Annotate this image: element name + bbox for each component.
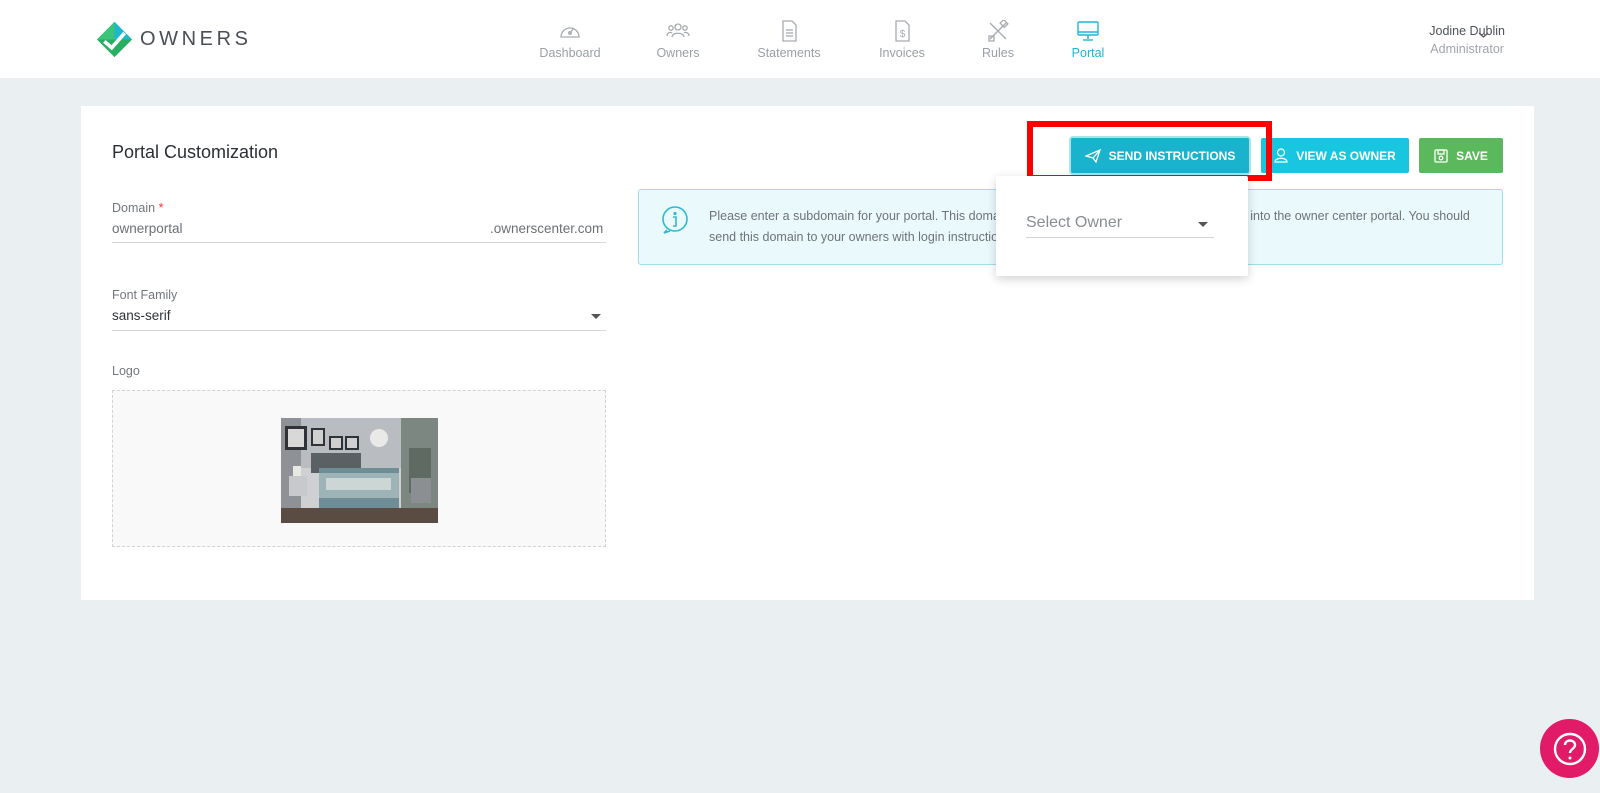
send-instructions-popup: Select Owner xyxy=(996,176,1248,276)
domain-label-text: Domain xyxy=(112,201,156,215)
font-family-select[interactable]: sans-serif xyxy=(112,308,171,323)
help-button[interactable] xyxy=(1540,719,1599,778)
send-instructions-label: SEND INSTRUCTIONS xyxy=(1108,148,1236,163)
paper-plane-icon xyxy=(1084,148,1101,163)
required-mark: * xyxy=(158,201,164,215)
domain-underline xyxy=(112,242,606,243)
domain-suffix: .ownerscenter.com xyxy=(490,221,604,236)
owners-logo-icon xyxy=(96,21,133,58)
top-navigation-bar: OWNERS Dashboard Owners Statements $ Inv… xyxy=(0,0,1600,78)
user-role: Administrator xyxy=(1430,42,1504,56)
select-owner-placeholder: Select Owner xyxy=(1026,214,1123,231)
send-instructions-button[interactable]: SEND INSTRUCTIONS xyxy=(1071,138,1249,173)
nav-item-statements[interactable]: Statements xyxy=(739,20,839,60)
nav-label: Portal xyxy=(1071,46,1105,60)
nav-label: Invoices xyxy=(879,46,925,60)
user-icon xyxy=(1274,148,1288,163)
domain-input[interactable]: ownerportal xyxy=(112,221,183,236)
info-icon xyxy=(662,206,688,234)
nav-label: Dashboard xyxy=(539,46,601,60)
select-owner-dropdown[interactable]: Select Owner xyxy=(1026,214,1214,238)
tools-crossed-icon xyxy=(988,20,1009,42)
caret-down-icon xyxy=(1198,222,1208,227)
nav-item-rules[interactable]: Rules xyxy=(948,20,1048,60)
dashboard-gauge-icon xyxy=(560,27,580,38)
view-as-owner-button[interactable]: VIEW AS OWNER xyxy=(1261,138,1409,173)
save-button[interactable]: SAVE xyxy=(1419,138,1503,173)
logo-preview-image xyxy=(281,418,438,523)
domain-label: Domain * xyxy=(112,201,163,215)
nav-item-dashboard[interactable]: Dashboard xyxy=(520,20,620,60)
view-as-owner-label: VIEW AS OWNER xyxy=(1296,148,1396,163)
app-logo[interactable]: OWNERS xyxy=(96,21,252,58)
font-family-underline xyxy=(112,330,606,331)
users-group-icon xyxy=(666,23,690,38)
question-mark-icon xyxy=(1553,732,1586,765)
nav-label: Rules xyxy=(982,46,1014,60)
page-title: Portal Customization xyxy=(112,142,279,162)
user-menu[interactable]: Jodine Dublin Administrator xyxy=(1429,24,1505,56)
caret-down-icon[interactable] xyxy=(591,314,601,319)
save-disk-icon xyxy=(1434,148,1448,163)
document-icon xyxy=(782,20,797,42)
nav-item-portal[interactable]: Portal xyxy=(1038,20,1138,60)
invoice-dollar-icon: $ xyxy=(895,20,910,42)
svg-text:$: $ xyxy=(900,29,906,40)
logo-label: Logo xyxy=(112,364,140,378)
monitor-icon xyxy=(1077,21,1099,41)
font-family-label: Font Family xyxy=(112,288,178,302)
save-label: SAVE xyxy=(1456,148,1488,163)
nav-label: Statements xyxy=(757,46,821,60)
nav-item-owners[interactable]: Owners xyxy=(628,20,728,60)
brand-name: OWNERS xyxy=(140,28,252,50)
chevron-down-icon[interactable] xyxy=(1477,30,1490,40)
nav-item-invoices[interactable]: $ Invoices xyxy=(852,20,952,60)
nav-label: Owners xyxy=(656,46,700,60)
user-name: Jodine Dublin xyxy=(1429,24,1505,38)
